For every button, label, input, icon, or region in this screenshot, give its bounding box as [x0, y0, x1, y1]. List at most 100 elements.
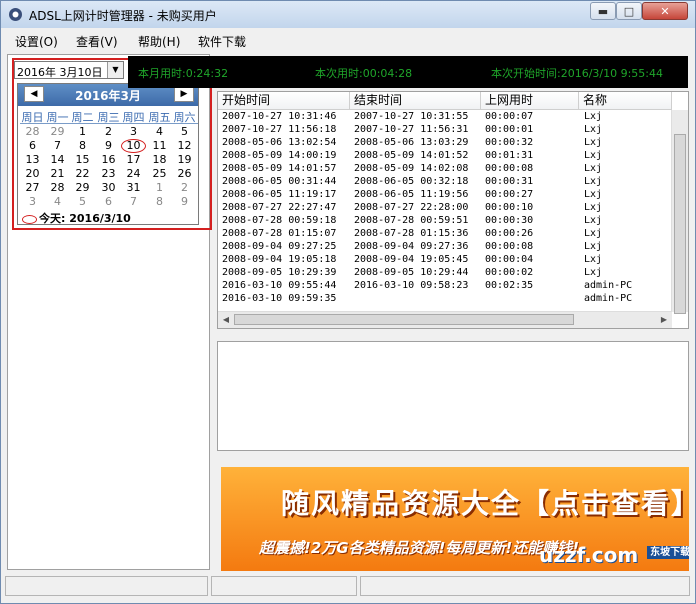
menu-software-download[interactable]: 软件下载 — [198, 33, 246, 50]
calendar[interactable]: 2016年3月 ◀ ▶ 周日 周一 周二 周三 周四 周五 周六 28 29 1 2 3… — [17, 83, 199, 225]
calendar-day[interactable]: 13 — [20, 153, 45, 167]
calendar-day[interactable]: 12 — [172, 139, 197, 153]
calendar-day[interactable]: 19 — [172, 153, 197, 167]
calendar-today-text: 今天: 2016/3/10 — [39, 212, 131, 225]
table-cell: Lxj — [584, 241, 603, 252]
horizontal-scrollbar[interactable]: ◀ ▶ — [218, 311, 672, 328]
calendar-day[interactable]: 28 — [20, 125, 45, 139]
calendar-day[interactable]: 7 — [45, 139, 70, 153]
calendar-day[interactable]: 8 — [70, 139, 95, 153]
calendar-day[interactable]: 5 — [172, 125, 197, 139]
table-row[interactable]: 2008-07-27 22:27:47 2008-07-27 22:28:00 00… — [218, 202, 672, 215]
calendar-day[interactable]: 14 — [45, 153, 70, 167]
calendar-day[interactable]: 29 — [45, 125, 70, 139]
calendar-day[interactable]: 3 — [121, 125, 146, 139]
column-header-duration[interactable]: 上网用时 — [481, 92, 579, 110]
menu-view[interactable]: 查看(V) — [76, 33, 118, 50]
table-row[interactable]: 2008-09-04 09:27:25 2008-09-04 09:27:36 00… — [218, 241, 672, 254]
next-month-icon[interactable]: ▶ — [174, 86, 194, 102]
table-row[interactable]: 2008-06-05 11:19:17 2008-06-05 11:19:56 00… — [218, 189, 672, 202]
table-cell: Lxj — [584, 163, 603, 174]
calendar-day[interactable]: 21 — [45, 167, 70, 181]
column-header-start[interactable]: 开始时间 — [218, 92, 350, 110]
table-row[interactable]: 2007-10-27 11:56:18 2007-10-27 11:56:31 00… — [218, 124, 672, 137]
calendar-day[interactable]: 29 — [70, 181, 95, 195]
scroll-right-icon[interactable]: ▶ — [657, 313, 671, 326]
menu-settings[interactable]: 设置(O) — [15, 33, 58, 50]
date-picker[interactable]: 2016年 3月10日 ▼ — [14, 61, 124, 79]
calendar-day[interactable]: 4 — [45, 195, 70, 209]
table-row[interactable]: 2016-03-10 09:55:44 2016-03-10 09:58:23 00… — [218, 280, 672, 293]
calendar-day[interactable]: 2 — [96, 125, 121, 139]
calendar-day[interactable]: 1 — [147, 181, 172, 195]
table-cell: 00:00:26 — [485, 228, 534, 239]
previous-month-icon[interactable]: ◀ — [24, 86, 44, 102]
vertical-scrollbar[interactable] — [671, 110, 688, 314]
ad-banner[interactable]: 随风精品资源大全【点击查看】 超震撼!2万G各类精品资源!每周更新!还能赚钱! … — [221, 467, 689, 571]
calendar-day[interactable]: 16 — [96, 153, 121, 167]
calendar-day[interactable]: 9 — [96, 139, 121, 153]
calendar-day[interactable]: 31 — [121, 181, 146, 195]
calendar-today[interactable]: 今天: 2016/3/10 — [22, 210, 131, 226]
calendar-day[interactable]: 1 — [70, 125, 95, 139]
calendar-day[interactable]: 17 — [121, 153, 146, 167]
app-window: ADSL上网计时管理器 - 未购买用户 ▬ □ ✕ 设置(O) 查看(V) 帮助… — [0, 0, 696, 604]
calendar-day[interactable]: 23 — [96, 167, 121, 181]
table-row[interactable]: 2008-05-09 14:00:19 2008-05-09 14:01:52 00… — [218, 150, 672, 163]
session-table[interactable]: 开始时间 结束时间 上网用时 名称 2007-10-27 10:31:46 200… — [217, 91, 689, 329]
table-cell: 2008-07-27 22:27:47 — [222, 202, 337, 213]
calendar-day[interactable]: 20 — [20, 167, 45, 181]
table-row[interactable]: 2008-07-28 00:59:18 2008-07-28 00:59:51 00… — [218, 215, 672, 228]
table-row[interactable]: 2008-06-05 00:31:44 2008-06-05 00:32:18 00… — [218, 176, 672, 189]
table-row[interactable]: 2007-10-27 10:31:46 2007-10-27 10:31:55 00… — [218, 111, 672, 124]
table-cell: 2008-09-04 09:27:25 — [222, 241, 337, 252]
chevron-down-icon[interactable]: ▼ — [107, 62, 123, 78]
table-cell: Lxj — [584, 254, 603, 265]
calendar-day[interactable]: 11 — [147, 139, 172, 153]
table-row[interactable]: 2008-07-28 01:15:07 2008-07-28 01:15:36 00… — [218, 228, 672, 241]
horizontal-scroll-thumb[interactable] — [234, 314, 574, 325]
weekday-label: 周日 — [21, 111, 44, 124]
calendar-day[interactable]: 24 — [121, 167, 146, 181]
calendar-day[interactable]: 6 — [96, 195, 121, 209]
close-button[interactable]: ✕ — [642, 2, 688, 20]
table-cell: 00:00:10 — [485, 202, 534, 213]
calendar-day[interactable]: 4 — [147, 125, 172, 139]
title-bar[interactable]: ADSL上网计时管理器 - 未购买用户 ▬ □ ✕ — [1, 1, 695, 28]
table-cell: 2016-03-10 09:55:44 — [222, 280, 337, 291]
calendar-day[interactable]: 26 — [172, 167, 197, 181]
calendar-day[interactable]: 15 — [70, 153, 95, 167]
minimize-button[interactable]: ▬ — [590, 2, 616, 20]
scroll-left-icon[interactable]: ◀ — [219, 313, 233, 326]
calendar-day[interactable]: 25 — [147, 167, 172, 181]
calendar-day[interactable]: 28 — [45, 181, 70, 195]
calendar-day[interactable]: 22 — [70, 167, 95, 181]
calendar-day[interactable]: 8 — [147, 195, 172, 209]
table-cell: admin-PC — [584, 293, 633, 304]
table-row[interactable]: 2008-05-09 14:01:57 2008-05-09 14:02:08 00… — [218, 163, 672, 176]
column-header-name[interactable]: 名称 — [579, 92, 672, 110]
calendar-day[interactable]: 9 — [172, 195, 197, 209]
table-cell: 2008-06-05 11:19:56 — [354, 189, 469, 200]
calendar-day[interactable]: 7 — [121, 195, 146, 209]
calendar-day[interactable]: 10 — [121, 139, 146, 153]
calendar-day[interactable]: 6 — [20, 139, 45, 153]
calendar-day[interactable]: 2 — [172, 181, 197, 195]
calendar-day[interactable]: 5 — [70, 195, 95, 209]
vertical-scroll-thumb[interactable] — [674, 134, 686, 314]
maximize-button[interactable]: □ — [616, 2, 642, 20]
calendar-day[interactable]: 27 — [20, 181, 45, 195]
ad-subline: 超震撼!2万G各类精品资源!每周更新!还能赚钱! — [259, 539, 580, 557]
table-row[interactable]: 2016-03-10 09:59:35 admin-PC — [218, 293, 672, 306]
calendar-day[interactable]: 18 — [147, 153, 172, 167]
calendar-day[interactable]: 30 — [96, 181, 121, 195]
status-bar — [1, 574, 695, 603]
table-cell: admin-PC — [584, 280, 633, 291]
weekday-label: 周三 — [97, 111, 120, 124]
table-row[interactable]: 2008-09-05 10:29:39 2008-09-05 10:29:44 00… — [218, 267, 672, 280]
table-row[interactable]: 2008-05-06 13:02:54 2008-05-06 13:03:29 00… — [218, 137, 672, 150]
column-header-end[interactable]: 结束时间 — [350, 92, 481, 110]
table-row[interactable]: 2008-09-04 19:05:18 2008-09-04 19:05:45 00… — [218, 254, 672, 267]
calendar-day[interactable]: 3 — [20, 195, 45, 209]
menu-help[interactable]: 帮助(H) — [138, 33, 180, 50]
